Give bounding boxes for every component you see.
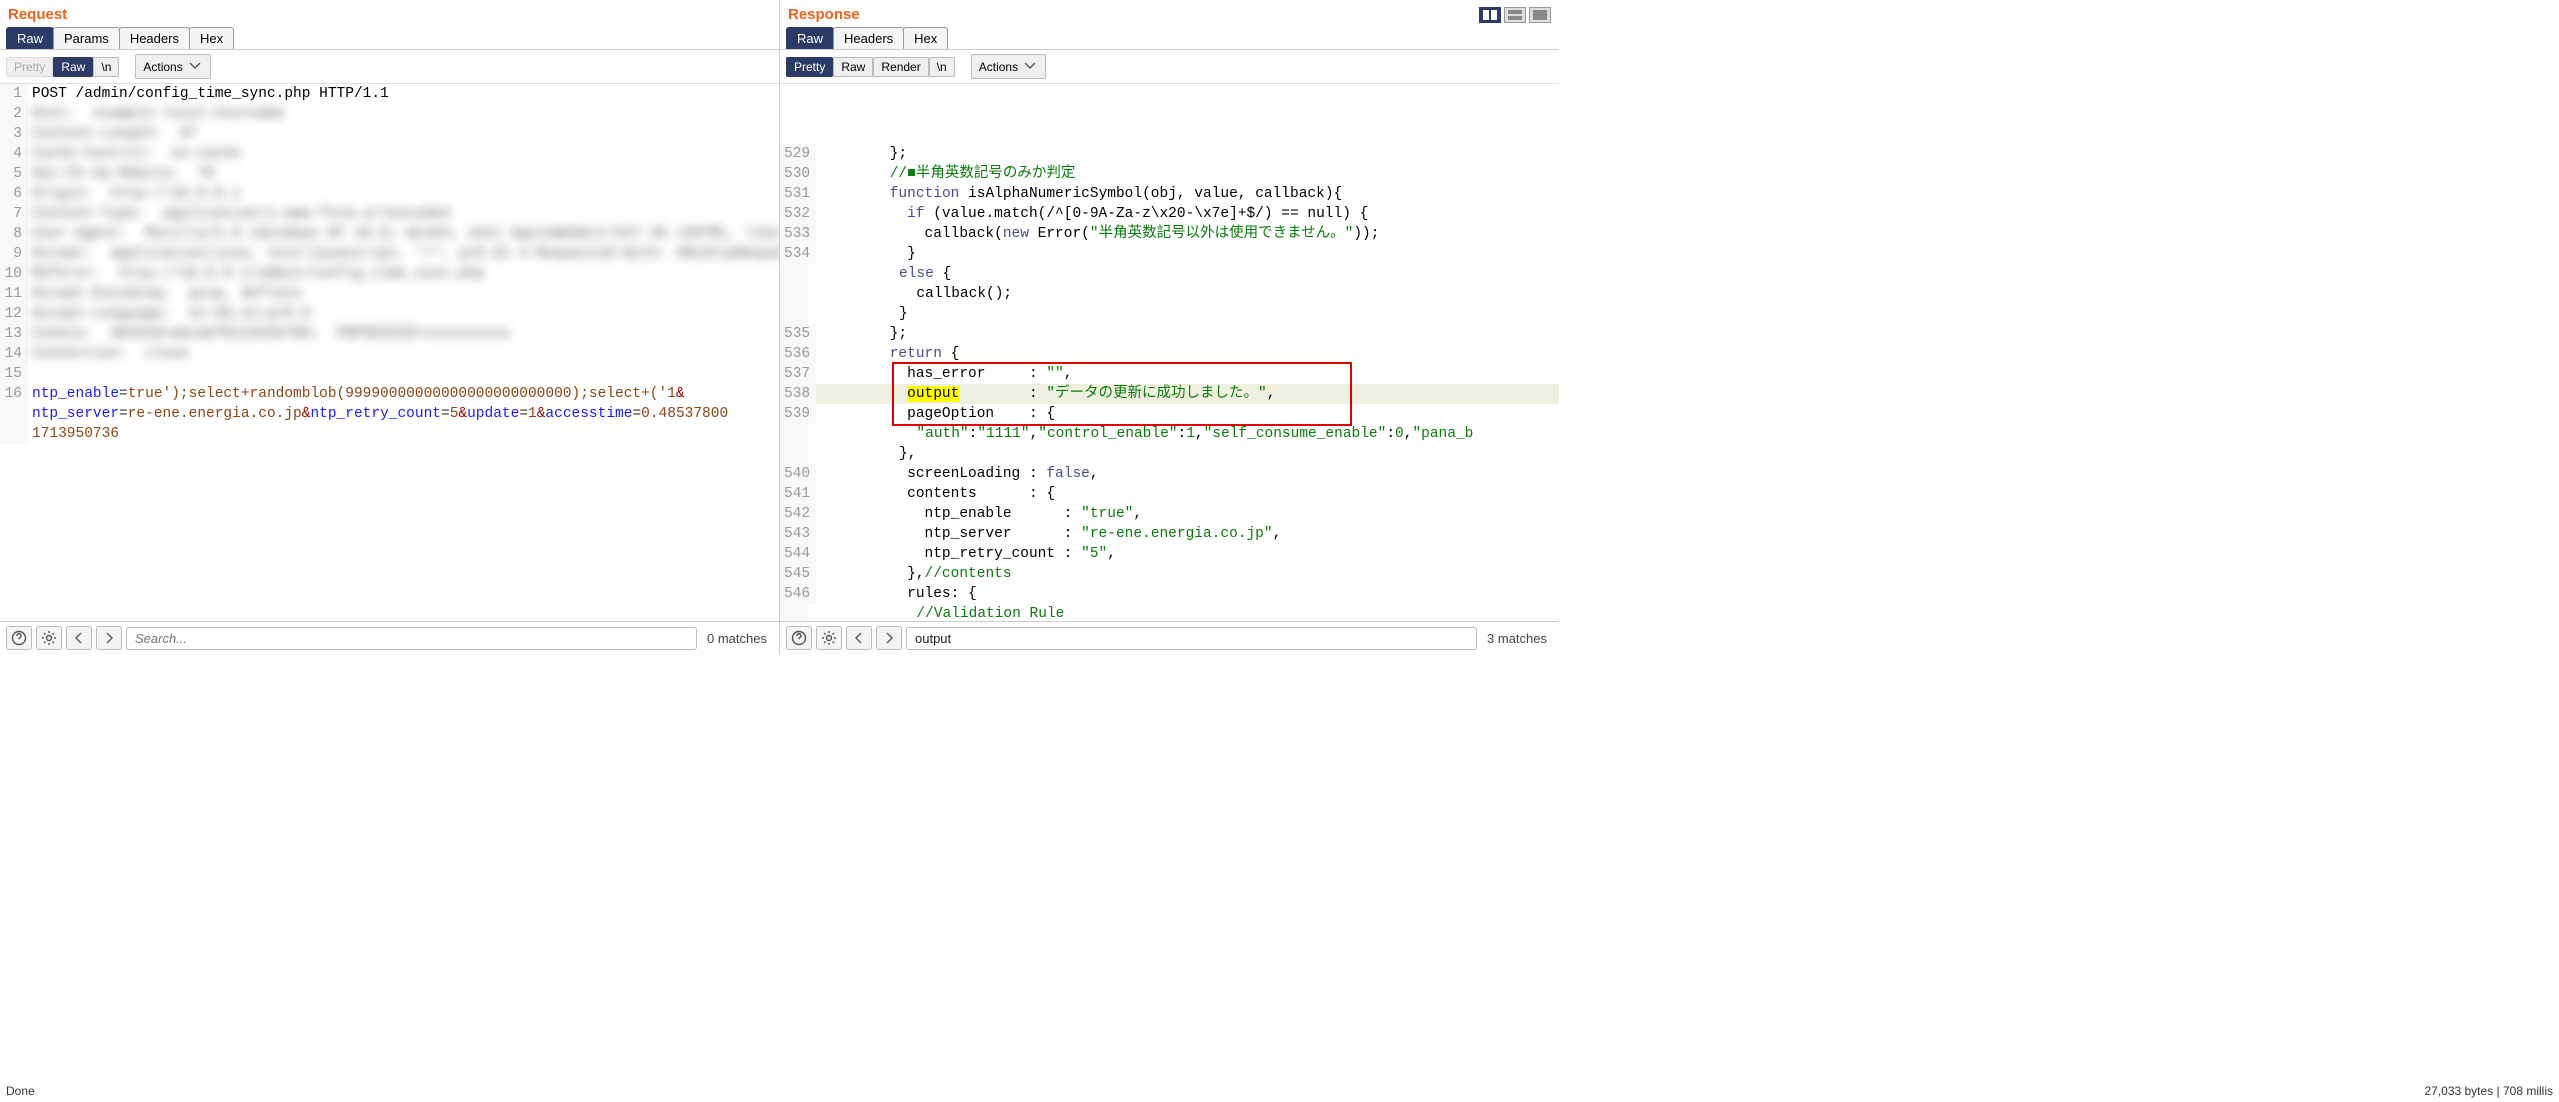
code-line: 543 ntp_server : "re-ene.energia.co.jp",: [780, 524, 1559, 544]
code-line: 16ntp_enable=true');select+randomblob(99…: [0, 384, 779, 444]
response-title: Response: [788, 6, 860, 23]
response-search-input[interactable]: [906, 627, 1477, 650]
request-match-count: 0 matches: [701, 631, 773, 646]
status-left: Done: [6, 1084, 35, 1102]
request-bottom-bar: 0 matches: [0, 621, 779, 654]
gear-icon[interactable]: [36, 626, 62, 650]
code-line: 538 output : "データの更新に成功しました。",: [780, 384, 1559, 404]
code-line: 542 ntp_enable : "true",: [780, 504, 1559, 524]
tab-params[interactable]: Params: [53, 27, 120, 49]
viewmode-nn[interactable]: \n: [929, 57, 955, 77]
code-line: 12Accept-Language: en-US,en;q=0.9: [0, 304, 779, 324]
code-line: 537 has_error : "",: [780, 364, 1559, 384]
response-tabs: RawHeadersHex: [780, 27, 1559, 50]
code-line: 9Accept: application/json, text/javascri…: [0, 244, 779, 264]
layout-single-button[interactable]: [1529, 7, 1551, 23]
viewmode-pretty[interactable]: Pretty: [786, 57, 833, 77]
code-line: 532 if (value.match(/^[0-9A-Za-z\x20-\x7…: [780, 204, 1559, 224]
code-line: 2Host: example.local.hostname: [0, 104, 779, 124]
code-line: 531 function isAlphaNumericSymbol(obj, v…: [780, 184, 1559, 204]
code-line: 11Accept-Encoding: gzip, deflate: [0, 284, 779, 304]
prev-match-button[interactable]: [846, 626, 872, 650]
help-icon[interactable]: [786, 626, 812, 650]
code-line: 546 rules: {: [780, 584, 1559, 604]
request-title: Request: [8, 6, 67, 23]
response-panel: Response RawHeadersHex PrettyRawRender\n…: [780, 0, 1559, 654]
response-match-count: 3 matches: [1481, 631, 1553, 646]
code-line: 13Cookie: SESSID=abcdef0123456789; PHPSE…: [0, 324, 779, 344]
code-line: 14Connection: close: [0, 344, 779, 364]
code-line: 529 };: [780, 144, 1559, 164]
next-match-button[interactable]: [96, 626, 122, 650]
code-line: else {: [780, 264, 1559, 284]
layout-buttons: [1479, 7, 1551, 23]
code-line: }: [780, 304, 1559, 324]
response-sub-toolbar: PrettyRawRender\n Actions: [780, 50, 1559, 84]
code-line: callback();: [780, 284, 1559, 304]
request-code-area[interactable]: 1POST /admin/config_time_sync.php HTTP/1…: [0, 84, 779, 621]
viewmode-render[interactable]: Render: [873, 57, 928, 77]
viewmode-nn[interactable]: \n: [93, 57, 119, 77]
code-line: 540 screenLoading : false,: [780, 464, 1559, 484]
gear-icon[interactable]: [816, 626, 842, 650]
code-line: 535 };: [780, 324, 1559, 344]
tab-raw[interactable]: Raw: [6, 27, 54, 49]
actions-dropdown[interactable]: Actions: [135, 54, 210, 79]
request-sub-toolbar: PrettyRaw\n Actions: [0, 50, 779, 84]
split-container: Request RawParamsHeadersHex PrettyRaw\n …: [0, 0, 1559, 654]
code-line: 541 contents : {: [780, 484, 1559, 504]
response-header: Response: [780, 0, 1559, 27]
code-line: 536 return {: [780, 344, 1559, 364]
request-search-input[interactable]: [126, 627, 697, 650]
code-line: 7Content-Type: application/x-www-form-ur…: [0, 204, 779, 224]
status-bar: Done 27,033 bytes | 708 millis: [0, 1084, 2559, 1102]
tab-hex[interactable]: Hex: [189, 27, 234, 49]
actions-dropdown[interactable]: Actions: [971, 54, 1046, 79]
help-icon[interactable]: [6, 626, 32, 650]
code-line: 534 }: [780, 244, 1559, 264]
viewmode-raw[interactable]: Raw: [53, 57, 93, 77]
request-panel: Request RawParamsHeadersHex PrettyRaw\n …: [0, 0, 780, 654]
code-line: 15: [0, 364, 779, 384]
tab-headers[interactable]: Headers: [833, 27, 904, 49]
code-line: //Validation Rule: [780, 604, 1559, 621]
code-line: 6Origin: http://10.0.0.1: [0, 184, 779, 204]
next-match-button[interactable]: [876, 626, 902, 650]
layout-vertical-split-button[interactable]: [1479, 7, 1501, 23]
layout-horizontal-split-button[interactable]: [1504, 7, 1526, 23]
viewmode-pretty: Pretty: [6, 57, 53, 77]
code-line: 530 //■半角英数記号のみか判定: [780, 164, 1559, 184]
request-header: Request: [0, 0, 779, 27]
prev-match-button[interactable]: [66, 626, 92, 650]
request-tabs: RawParamsHeadersHex: [0, 27, 779, 50]
viewmode-raw[interactable]: Raw: [833, 57, 873, 77]
response-bottom-bar: 3 matches: [780, 621, 1559, 654]
code-line: 5Sec-Ch-Ua-Mobile: ?0: [0, 164, 779, 184]
code-line: 10Referer: http://10.0.0.1/admin/config_…: [0, 264, 779, 284]
code-line: },: [780, 444, 1559, 464]
tab-headers[interactable]: Headers: [119, 27, 190, 49]
code-line: 3Content-Length: 97: [0, 124, 779, 144]
code-line: 533 callback(new Error("半角英数記号以外は使用できません…: [780, 224, 1559, 244]
response-code-area[interactable]: 529 };530 //■半角英数記号のみか判定531 function isA…: [780, 84, 1559, 621]
code-line: 539 pageOption : {: [780, 404, 1559, 424]
code-line: 545 },//contents: [780, 564, 1559, 584]
chevron-down-icon: [1022, 57, 1038, 76]
code-line: "auth":"1111","control_enable":1,"self_c…: [780, 424, 1559, 444]
code-line: 4Cache-Control: no-cache: [0, 144, 779, 164]
tab-hex[interactable]: Hex: [903, 27, 948, 49]
tab-raw[interactable]: Raw: [786, 27, 834, 49]
code-line: 544 ntp_retry_count : "5",: [780, 544, 1559, 564]
status-right: 27,033 bytes | 708 millis: [2424, 1084, 2553, 1102]
code-line: 8User-Agent: Mozilla/5.0 (Windows NT 10.…: [0, 224, 779, 244]
chevron-down-icon: [187, 57, 203, 76]
code-line: 1POST /admin/config_time_sync.php HTTP/1…: [0, 84, 779, 104]
